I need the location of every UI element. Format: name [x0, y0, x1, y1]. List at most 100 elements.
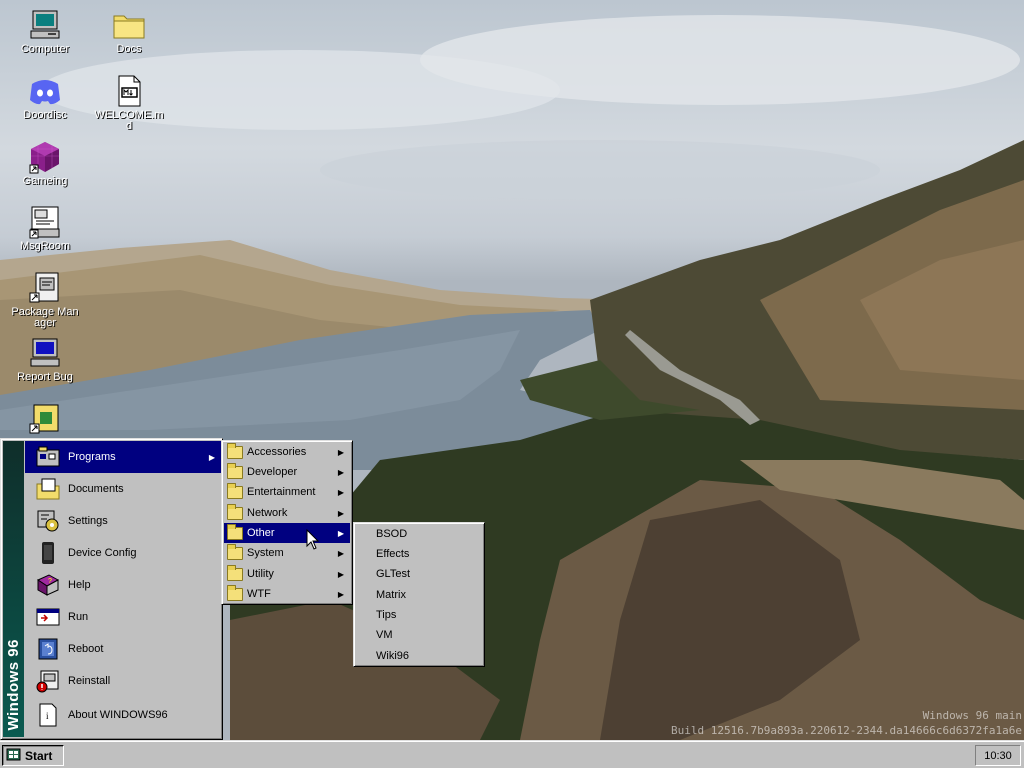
other-item-tips[interactable]: Tips — [356, 605, 482, 625]
folder-icon — [227, 462, 243, 479]
other-item-label: Effects — [376, 548, 410, 560]
start-menu: Windows 96 Programs ▶ Documents Settings… — [0, 438, 223, 740]
start-button[interactable]: Start — [2, 745, 64, 766]
documents-icon — [35, 476, 61, 502]
desktop-icon-package-manager[interactable]: Package Manager — [10, 271, 80, 329]
other-item-label: Wiki96 — [376, 650, 410, 662]
build-title: Windows 96 main — [922, 709, 1022, 722]
folder-icon — [227, 503, 243, 520]
desktop-icon-label: Computer — [20, 43, 70, 55]
submenu-arrow-icon: ▶ — [337, 467, 344, 477]
desktop-icon-welcome[interactable]: WELCOME.md — [94, 74, 164, 132]
programs-item-label: Other — [247, 527, 275, 539]
other-item-vm[interactable]: VM — [356, 625, 482, 645]
start-item-programs[interactable]: Programs ▶ — [25, 441, 221, 473]
programs-item-entertainment[interactable]: Entertainment ▶ — [224, 482, 350, 502]
programs-item-wtf[interactable]: WTF ▶ — [224, 584, 350, 604]
svg-text:?: ? — [48, 578, 52, 585]
start-item-reboot[interactable]: Reboot — [25, 633, 221, 665]
desktop-icon-report-bug[interactable]: Report Bug — [10, 336, 80, 383]
programs-item-other[interactable]: Other ▶ — [224, 523, 350, 543]
other-item-wiki96[interactable]: Wiki96 — [356, 646, 482, 666]
other-item-bsod[interactable]: BSOD — [356, 524, 482, 544]
programs-item-accessories[interactable]: Accessories ▶ — [224, 442, 350, 462]
report-bug-icon — [28, 336, 62, 370]
programs-item-label: WTF — [247, 588, 271, 600]
folder-icon — [227, 564, 243, 581]
submenu-arrow-icon: ▶ — [208, 452, 215, 462]
start-item-label: Reinstall — [68, 675, 111, 687]
desktop-icon-doordisc[interactable]: Doordisc — [10, 74, 80, 121]
start-item-label: Reboot — [68, 643, 104, 655]
other-item-effects[interactable]: Effects — [356, 544, 482, 564]
other-item-gltest[interactable]: GLTest — [356, 564, 482, 584]
other-submenu: BSOD Effects GLTest Matrix Tips VM Wiki9… — [353, 522, 485, 667]
other-item-label: Tips — [376, 609, 397, 621]
desktop-icon-label: Docs — [116, 43, 142, 55]
programs-item-label: Network — [247, 507, 288, 519]
mouse-pointer-icon — [306, 529, 320, 550]
desktop-icon-label: MsgRoom — [19, 240, 71, 252]
folder-icon — [227, 523, 243, 540]
submenu-arrow-icon: ▶ — [337, 487, 344, 497]
settings-icon — [35, 508, 61, 534]
submenu-arrow-icon: ▶ — [337, 569, 344, 579]
chat-room-icon — [28, 205, 62, 239]
desktop-icon-label: Package Manager — [11, 306, 79, 329]
desktop-icon-label: Report Bug — [17, 371, 73, 383]
build-watermark: Windows 96 main Build 12516.7b9a893a.220… — [671, 708, 1022, 738]
clock[interactable]: 10:30 — [984, 750, 1012, 762]
app-shortcut-icon — [28, 402, 62, 436]
start-item-label: About WINDOWS96 — [68, 709, 168, 721]
info-icon: i — [35, 702, 61, 728]
desktop-icon-msgroom[interactable]: MsgRoom — [10, 205, 80, 252]
submenu-arrow-icon: ▶ — [337, 508, 344, 518]
programs-item-utility[interactable]: Utility ▶ — [224, 564, 350, 584]
other-item-label: BSOD — [376, 528, 408, 540]
start-item-label: Run — [68, 611, 89, 623]
programs-item-system[interactable]: System ▶ — [224, 543, 350, 563]
submenu-arrow-icon: ▶ — [337, 589, 344, 599]
desktop-icon-gameing[interactable]: Gameing — [10, 140, 80, 187]
help-book-icon: ? — [35, 572, 61, 598]
programs-item-developer[interactable]: Developer ▶ — [224, 462, 350, 482]
desktop-icon-label: Gameing — [22, 175, 68, 187]
folder-icon — [112, 8, 146, 42]
start-item-label: Programs — [68, 451, 116, 463]
programs-item-label: Accessories — [247, 446, 307, 458]
run-icon — [35, 604, 61, 630]
package-manager-icon — [28, 271, 62, 305]
start-item-run[interactable]: Run — [25, 601, 221, 633]
start-item-label: Device Config — [68, 547, 137, 559]
desktop-icon-label: Doordisc — [23, 109, 67, 121]
start-item-help[interactable]: ? Help — [25, 569, 221, 601]
discord-icon — [28, 74, 62, 108]
programs-icon — [35, 444, 61, 470]
folder-icon — [227, 584, 243, 601]
start-label: Start — [25, 748, 53, 763]
taskbar: Start 10:30 — [0, 740, 1024, 768]
other-item-label: VM — [376, 629, 393, 641]
programs-item-network[interactable]: Network ▶ — [224, 503, 350, 523]
desktop-icon-app[interactable] — [10, 402, 80, 438]
start-item-settings[interactable]: Settings — [25, 505, 221, 537]
start-item-documents[interactable]: Documents — [25, 473, 221, 505]
programs-item-label: Entertainment — [247, 486, 316, 498]
start-item-reinstall[interactable]: Reinstall — [25, 665, 221, 697]
folder-icon — [227, 482, 243, 499]
build-number: Build 12516.7b9a893a.220612-2344.da14666… — [671, 724, 1022, 737]
start-logo-icon — [6, 747, 21, 764]
other-item-label: GLTest — [376, 568, 411, 580]
markdown-file-icon — [112, 74, 146, 108]
start-item-label: Documents — [68, 483, 124, 495]
other-item-label: Matrix — [376, 589, 406, 601]
start-item-about[interactable]: i About WINDOWS96 — [25, 699, 221, 731]
start-menu-side-banner: Windows 96 — [3, 441, 24, 737]
device-icon — [35, 540, 61, 566]
other-item-matrix[interactable]: Matrix — [356, 585, 482, 605]
computer-icon — [28, 8, 62, 42]
desktop-icon-docs[interactable]: Docs — [94, 8, 164, 55]
start-item-device-config[interactable]: Device Config — [25, 537, 221, 569]
desktop-icon-computer[interactable]: Computer — [10, 8, 80, 55]
programs-submenu: Accessories ▶ Developer ▶ Entertainment … — [221, 440, 353, 605]
